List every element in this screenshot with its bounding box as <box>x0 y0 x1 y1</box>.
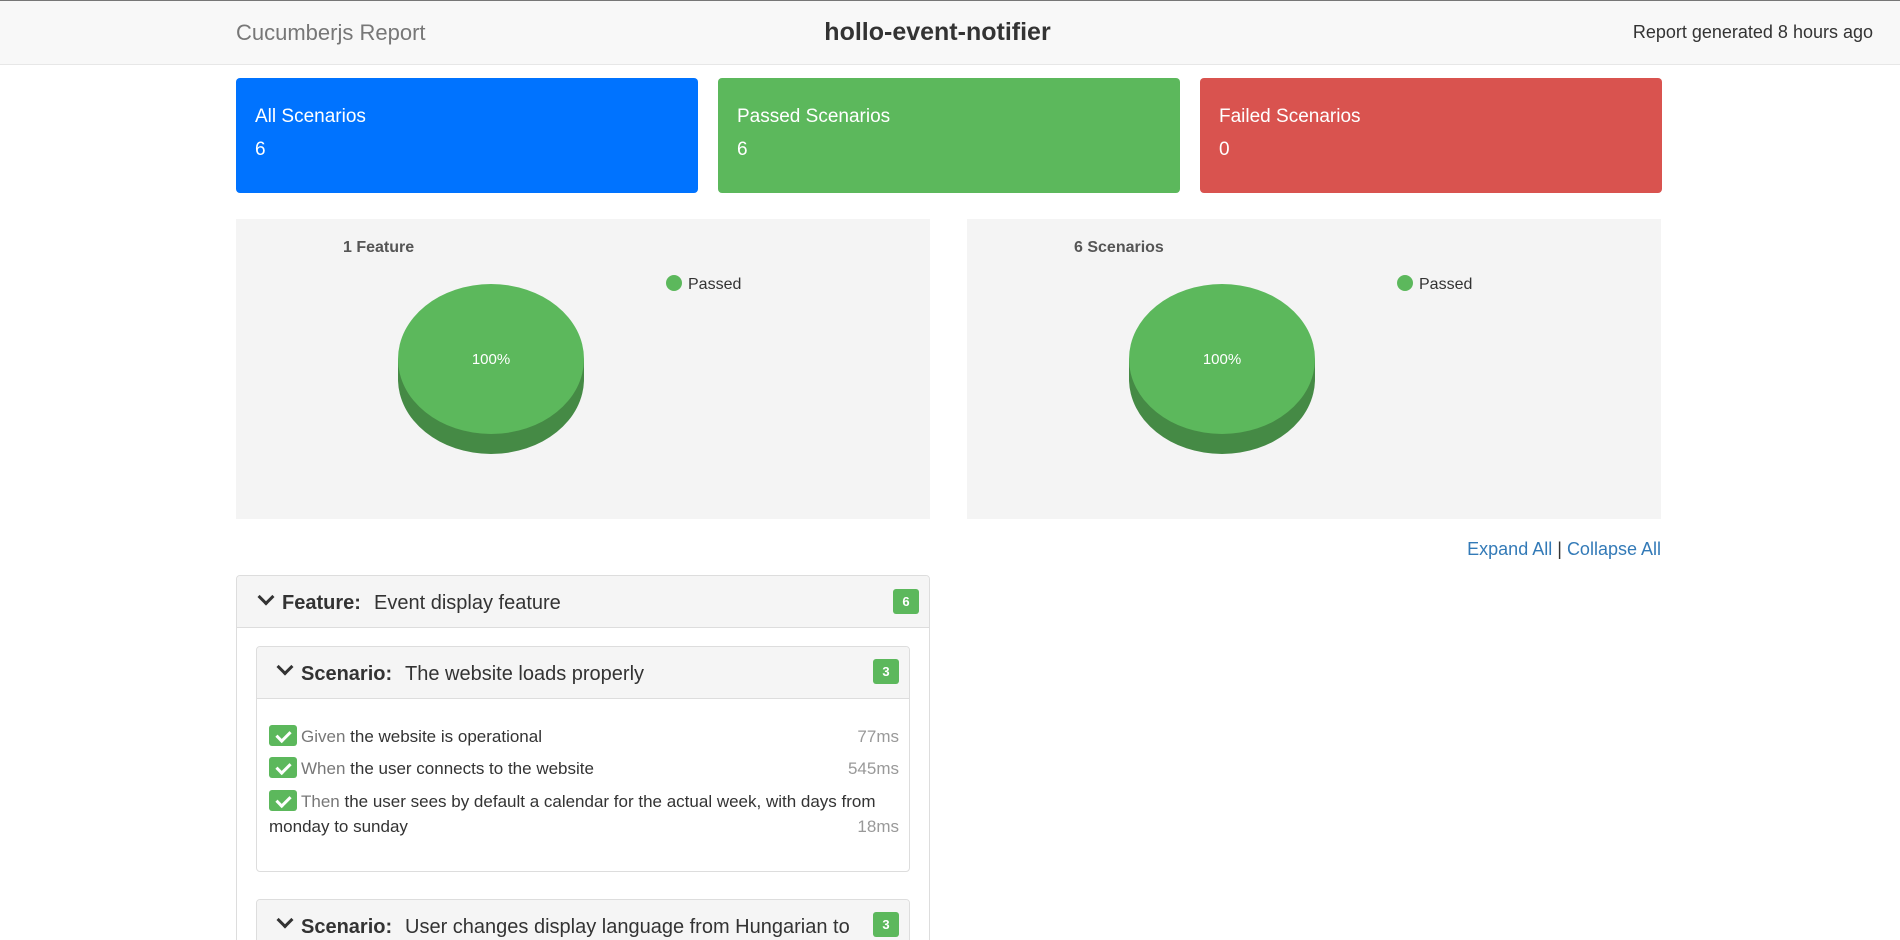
collapse-all-link[interactable]: Collapse All <box>1567 539 1661 559</box>
step-row: Given the website is operational 77ms <box>269 724 899 749</box>
step-duration: 18ms <box>857 817 899 836</box>
scenario-panel: Scenario: The website loads properly 3 G… <box>256 646 910 872</box>
expand-collapse-controls: Expand All | Collapse All <box>1467 539 1661 560</box>
scenario-name: User changes display language from Hunga… <box>405 916 850 940</box>
step-text: the user sees by default a calendar for … <box>269 792 876 836</box>
legend-marker <box>1397 275 1413 291</box>
tile-label: Failed Scenarios <box>1219 106 1361 127</box>
step-keyword: When <box>301 759 346 778</box>
step-text: the user connects to the website <box>345 759 594 778</box>
feature-header[interactable]: Feature: Event display feature 6 <box>237 576 929 628</box>
report-generated-text: Report generated 8 hours ago <box>1632 22 1873 42</box>
features-chart-panel: 1 Feature 100% Passed <box>236 219 930 519</box>
legend-label[interactable]: Passed <box>688 276 741 293</box>
chart-title: 1 Feature <box>343 239 414 256</box>
scenarios-chart-panel: 6 Scenarios 100% Passed <box>967 219 1661 519</box>
feature-count-badge: 6 <box>893 589 919 614</box>
scenarios-pie-chart: 6 Scenarios 100% Passed <box>1074 239 1472 454</box>
scenario-panel: Scenario: User changes display language … <box>256 899 910 940</box>
tile-value: 6 <box>737 139 748 160</box>
slice-label: 100% <box>1203 351 1241 368</box>
scenario-keyword: Scenario: <box>301 916 393 938</box>
feature-keyword: Feature: <box>282 592 361 614</box>
all-scenarios-tile: All Scenarios 6 <box>236 78 698 193</box>
step-row: Then the user sees by default a calendar… <box>269 789 899 839</box>
step-keyword: Then <box>301 792 340 811</box>
tile-value: 0 <box>1219 139 1230 160</box>
scenario-count-badge: 3 <box>873 912 899 937</box>
navbar: Cucumberjs Report hollo-event-notifier R… <box>0 0 1900 65</box>
step-keyword: Given <box>301 727 346 746</box>
legend-label[interactable]: Passed <box>1419 276 1472 293</box>
chart-title: 6 Scenarios <box>1074 239 1164 256</box>
legend-marker <box>666 275 682 291</box>
slice-label: 100% <box>472 351 510 368</box>
feature-panel: Feature: Event display feature 6 Scenari… <box>236 575 930 940</box>
scenario-name: The website loads properly <box>405 663 645 685</box>
link-separator: | <box>1557 539 1562 559</box>
step-text: the website is operational <box>345 727 542 746</box>
expand-all-link[interactable]: Expand All <box>1467 539 1552 559</box>
scenario-keyword: Scenario: <box>301 663 393 685</box>
feature-name: Event display feature <box>374 592 561 614</box>
check-icon <box>269 725 297 746</box>
step-row: When the user connects to the website 54… <box>269 756 899 781</box>
step-duration: 545ms <box>847 759 899 778</box>
check-icon <box>269 790 297 811</box>
project-title: hollo-event-notifier <box>824 18 1051 46</box>
chevron-down-icon <box>257 588 275 606</box>
tile-value: 6 <box>255 139 266 160</box>
tile-label: Passed Scenarios <box>737 106 891 127</box>
scenario-count-badge: 3 <box>873 659 899 684</box>
scenario-header[interactable]: Scenario: The website loads properly 3 <box>257 647 909 699</box>
tile-label: All Scenarios <box>255 106 366 127</box>
chevron-down-icon <box>276 911 294 929</box>
check-icon <box>269 757 297 778</box>
features-pie-chart: 1 Feature 100% Passed <box>343 239 741 454</box>
step-duration: 77ms <box>857 727 899 746</box>
chevron-down-icon <box>276 658 294 676</box>
passed-scenarios-tile: Passed Scenarios 6 <box>718 78 1180 193</box>
scenario-header[interactable]: Scenario: User changes display language … <box>257 900 909 940</box>
failed-scenarios-tile: Failed Scenarios 0 <box>1200 78 1662 193</box>
